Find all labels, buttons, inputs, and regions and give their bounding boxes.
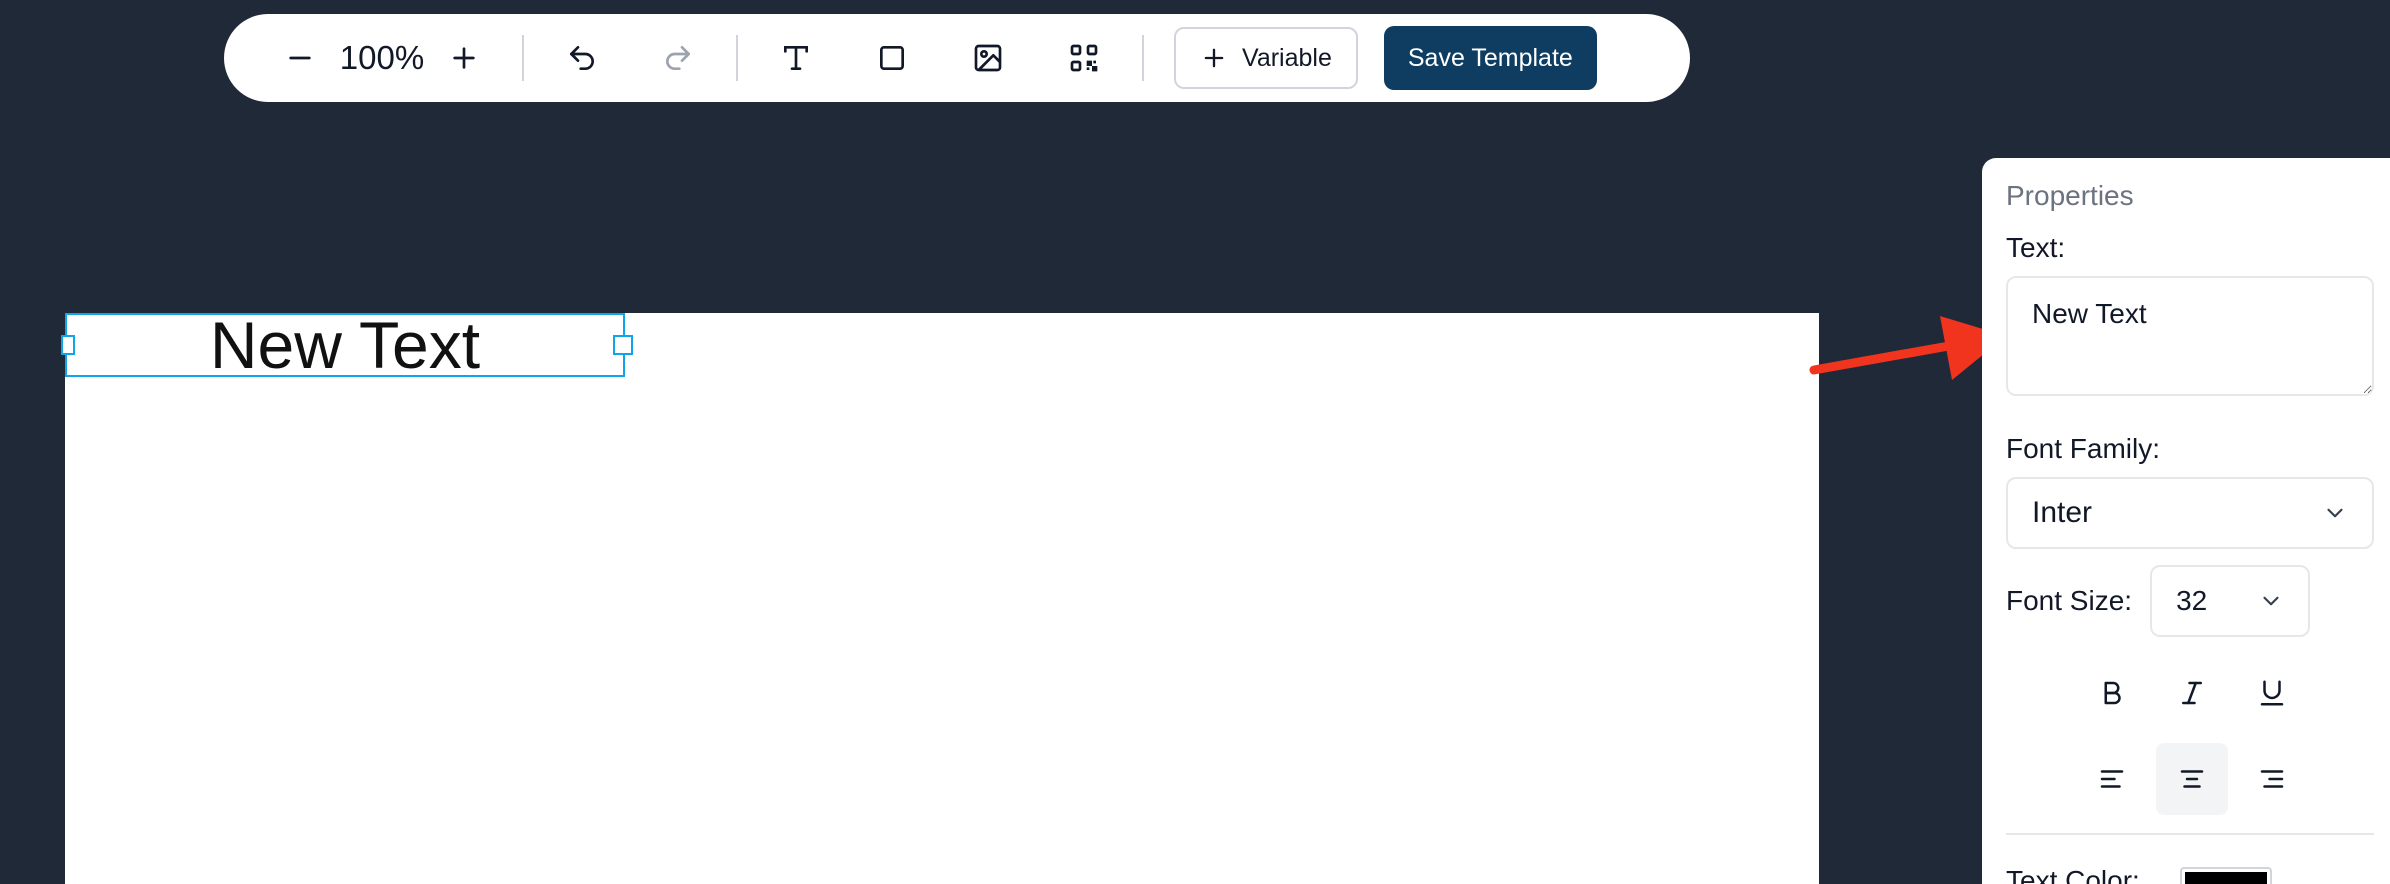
font-family-label: Font Family:: [2006, 433, 2161, 464]
text-content-input[interactable]: [2006, 276, 2374, 396]
redo-icon: [666, 46, 690, 70]
align-left-icon: [2100, 770, 2124, 788]
zoom-out-button[interactable]: [272, 30, 328, 86]
toolbar-divider: [736, 35, 738, 81]
qr-code-icon: [1070, 44, 1098, 72]
font-family-value: Inter: [2032, 496, 2093, 529]
zoom-in-button[interactable]: [436, 30, 492, 86]
underline-button[interactable]: [2236, 657, 2308, 729]
font-size-select[interactable]: 32: [2150, 565, 2311, 637]
toolbar-divider: [1142, 35, 1144, 81]
text-icon: [784, 46, 808, 70]
image-icon: [974, 44, 1002, 72]
toolbar-divider: [522, 35, 524, 81]
plus-icon: [453, 47, 475, 69]
variable-label: Variable: [1242, 43, 1332, 72]
font-size-value: 32: [2176, 585, 2208, 616]
align-left-button[interactable]: [2076, 743, 2148, 815]
add-image-button[interactable]: [960, 30, 1016, 86]
editor-toolbar: 100% Variable Save Template: [224, 14, 1690, 102]
font-size-row: Font Size: 32: [2006, 565, 2378, 637]
add-variable-button[interactable]: Variable: [1174, 27, 1358, 89]
undo-button[interactable]: [554, 30, 610, 86]
chevron-down-icon: [2263, 596, 2279, 606]
square-icon: [880, 46, 904, 70]
template-canvas[interactable]: New Text: [61, 308, 1819, 884]
panel-title: Properties: [2006, 180, 2134, 211]
font-family-select[interactable]: Inter: [2006, 477, 2374, 549]
minus-icon: [289, 56, 311, 60]
align-right-button[interactable]: [2236, 743, 2308, 815]
undo-icon: [570, 46, 594, 70]
text-label: Text:: [2006, 232, 2066, 263]
plus-icon: [1204, 48, 1224, 68]
panel-divider: [2006, 833, 2374, 835]
text-color-row: Text Color:: [2006, 865, 2378, 884]
add-text-button[interactable]: [768, 30, 824, 86]
align-right-icon: [2260, 770, 2284, 788]
save-template-button[interactable]: Save Template: [1383, 26, 1597, 90]
resize-handle-right[interactable]: [613, 335, 633, 355]
chevron-down-icon: [2327, 508, 2343, 518]
text-color-picker[interactable]: [2179, 867, 2272, 884]
zoom-level: 100%: [339, 39, 425, 76]
redo-button[interactable]: [650, 30, 706, 86]
add-qr-code-button[interactable]: [1056, 30, 1112, 86]
italic-icon: [2182, 681, 2202, 705]
align-center-button[interactable]: [2156, 743, 2228, 815]
bold-button[interactable]: [2076, 657, 2148, 729]
font-size-label: Font Size:: [2006, 585, 2133, 616]
italic-button[interactable]: [2156, 657, 2228, 729]
selected-text-element[interactable]: New Text: [61, 308, 633, 382]
add-shape-button[interactable]: [864, 30, 920, 86]
text-element-content: New Text: [209, 308, 481, 382]
text-align-buttons: [2006, 743, 2378, 815]
resize-handle-left[interactable]: [61, 335, 75, 355]
properties-panel: Properties Text: Font Family: Inter Font…: [1982, 158, 2390, 884]
text-color-swatch: [2184, 872, 2267, 884]
underline-icon: [2260, 680, 2284, 706]
text-color-label: Text Color:: [2006, 865, 2140, 884]
text-style-buttons: [2006, 657, 2378, 729]
align-center-icon: [2180, 770, 2204, 788]
bold-icon: [2104, 681, 2121, 705]
